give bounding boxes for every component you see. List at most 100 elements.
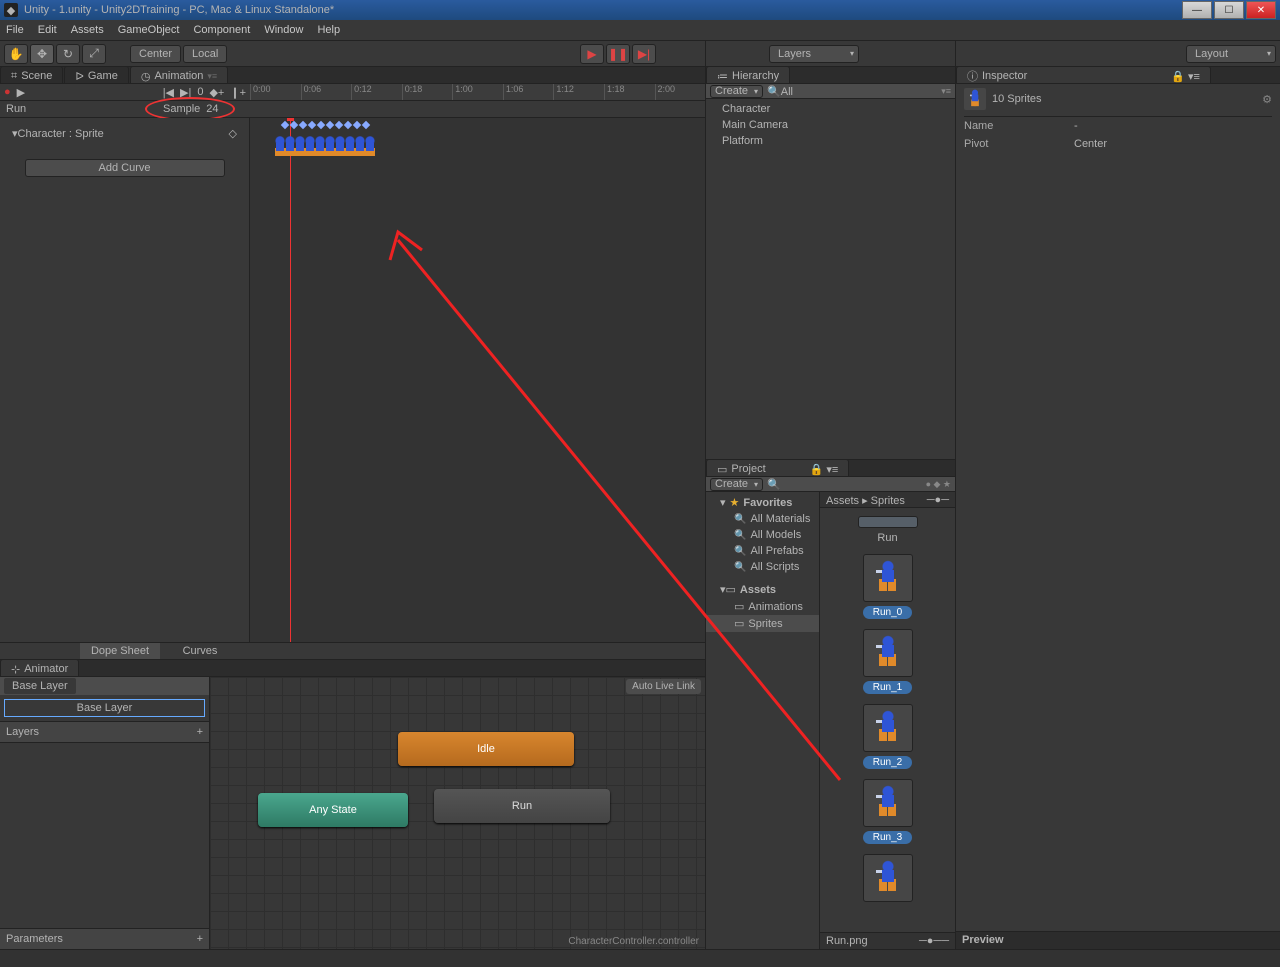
anim-play-button[interactable]: ▶ [17,86,25,99]
menu-file[interactable]: File [6,24,24,36]
keyframe-row[interactable] [282,122,369,128]
controller-path: CharacterController.controller [562,934,705,949]
layers-dropdown[interactable]: Layers [769,45,859,63]
sprite-run-0[interactable]: Run_0 [863,554,913,619]
grid-size-slider[interactable]: ─●── [919,935,949,947]
settings-gear-icon[interactable]: ⚙ [1262,93,1272,106]
grid-slider[interactable]: ─●─ [927,494,949,506]
hand-tool-button[interactable]: ✋ [4,44,28,64]
favorites-header[interactable]: ▾★Favorites [706,494,819,511]
pause-button[interactable]: ❚❚ [606,44,630,64]
project-filter-icons[interactable]: ● ◆ ★ [926,479,951,490]
add-layer-button[interactable]: + [197,726,203,738]
fav-all-materials[interactable]: 🔍All Materials [706,511,819,527]
folder-animations[interactable]: ▭ Animations [706,598,819,615]
sprite-run-3[interactable]: Run_3 [863,779,913,844]
sprite-track[interactable]: ▾ Character : Sprite◇ [6,124,243,143]
scale-tool-button[interactable]: ⤢ [82,44,106,64]
close-button[interactable]: ✕ [1246,1,1276,19]
timeline-ruler[interactable]: 0:00 0:06 0:12 0:18 1:00 1:06 1:12 1:18 … [250,84,705,101]
fav-all-scripts[interactable]: 🔍All Scripts [706,559,819,575]
project-menu-icon[interactable]: 🔒 ▾≡ [810,463,839,476]
inspector-name-value: - [1074,120,1078,132]
assets-header[interactable]: ▾▭ Assets [706,581,819,598]
state-run[interactable]: Run [434,789,610,823]
dopesheet-area[interactable] [250,118,705,642]
tab-project[interactable]: ▭ Project🔒 ▾≡ [706,459,849,476]
title-bar: ◆ Unity - 1.unity - Unity2DTraining - PC… [0,0,1280,20]
parameters-header: Parameters [6,933,63,945]
animator-panel: ⊹ Animator Base Layer Base Layer Layers +… [0,659,705,949]
hierarchy-search[interactable]: 🔍All [767,85,793,98]
tab-hierarchy[interactable]: ≔ Hierarchy [706,66,790,83]
project-footer: Run.png─●── [820,932,955,949]
panel-menu-icon[interactable]: ▾≡ [941,86,951,97]
window-title: Unity - 1.unity - Unity2DTraining - PC, … [24,4,334,16]
state-idle[interactable]: Idle [398,732,574,766]
state-any-state[interactable]: Any State [258,793,408,827]
layers-header: Layers [6,726,39,738]
popout-icon[interactable]: ▾≡ [207,71,217,82]
unity-logo-icon: ◆ [4,3,18,17]
project-create-dropdown[interactable]: Create [710,478,763,491]
auto-live-link-button[interactable]: Auto Live Link [626,679,701,694]
add-event-button[interactable]: ❙+ [230,86,246,99]
layer-base-layer[interactable]: Base Layer [4,699,205,717]
sprite-run-1[interactable]: Run_1 [863,629,913,694]
fav-all-prefabs[interactable]: 🔍All Prefabs [706,543,819,559]
record-button[interactable]: ● [4,86,11,98]
inspector-menu-icon[interactable]: 🔒 ▾≡ [1171,70,1200,83]
tab-animation[interactable]: ◷ Animation▾≡ [130,66,228,83]
clip-dropdown[interactable]: Run [0,101,155,117]
pivot-local-button[interactable]: Local [183,45,227,63]
menu-help[interactable]: Help [317,24,340,36]
menu-bar: File Edit Assets GameObject Component Wi… [0,20,1280,41]
maximize-button[interactable]: ☐ [1214,1,1244,19]
menu-edit[interactable]: Edit [38,24,57,36]
next-key-button[interactable]: ▶| [180,86,191,99]
project-search[interactable]: 🔍 [767,478,781,491]
hierarchy-create-dropdown[interactable]: Create [710,85,763,98]
step-button[interactable]: ▶| [632,44,656,64]
tab-game[interactable]: ᐅ Game [64,66,128,83]
inspector-pivot-value: Center [1074,138,1107,150]
hierarchy-list: Character Main Camera Platform [706,99,955,459]
sprite-run-4[interactable] [863,854,913,902]
tab-scene[interactable]: ⌗ Scene [0,66,63,83]
hierarchy-item-main-camera[interactable]: Main Camera [706,117,955,133]
play-button[interactable]: ▶ [580,44,604,64]
menu-component[interactable]: Component [193,24,250,36]
frame-field[interactable]: 0 [197,86,203,98]
menu-assets[interactable]: Assets [71,24,104,36]
project-breadcrumb[interactable]: Assets ▸ Sprites─●─ [820,492,955,508]
rotate-tool-button[interactable]: ↻ [56,44,80,64]
minimize-button[interactable]: — [1182,1,1212,19]
project-tree: ▾★Favorites 🔍All Materials 🔍All Models 🔍… [706,492,820,949]
playhead[interactable] [290,118,291,642]
tab-animator[interactable]: ⊹ Animator [0,659,79,676]
add-curve-button[interactable]: Add Curve [25,159,225,177]
layout-dropdown[interactable]: Layout [1186,45,1276,63]
add-parameter-button[interactable]: + [197,933,203,945]
curves-tab[interactable]: Curves [160,643,240,659]
tab-inspector[interactable]: ⓘ Inspector🔒 ▾≡ [956,66,1211,83]
sample-field[interactable]: Sample 24 [155,101,227,117]
sprite-run-2[interactable]: Run_2 [863,704,913,769]
add-keyframe-button[interactable]: ◆+ [209,86,224,99]
fav-all-models[interactable]: 🔍All Models [706,527,819,543]
preview-header[interactable]: Preview [956,931,1280,949]
hierarchy-item-platform[interactable]: Platform [706,133,955,149]
prev-key-button[interactable]: |◀ [163,86,174,99]
state-machine-graph[interactable]: Auto Live Link Idle Any State Run Charac… [210,677,705,949]
pivot-center-button[interactable]: Center [130,45,181,63]
sprite-sheet-run[interactable]: Run [858,516,918,544]
breadcrumb-base-layer[interactable]: Base Layer [4,678,76,694]
project-grid: Run Run_0 Run_1 Run_2 Run_3 [820,508,955,932]
dopesheet-tab[interactable]: Dope Sheet [80,643,160,659]
menu-gameobject[interactable]: GameObject [118,24,180,36]
menu-window[interactable]: Window [264,24,303,36]
folder-sprites[interactable]: ▭ Sprites [706,615,819,632]
main-toolbar: ✋ ✥ ↻ ⤢ Center Local ▶ ❚❚ ▶| [0,41,705,67]
move-tool-button[interactable]: ✥ [30,44,54,64]
hierarchy-item-character[interactable]: Character [706,101,955,117]
